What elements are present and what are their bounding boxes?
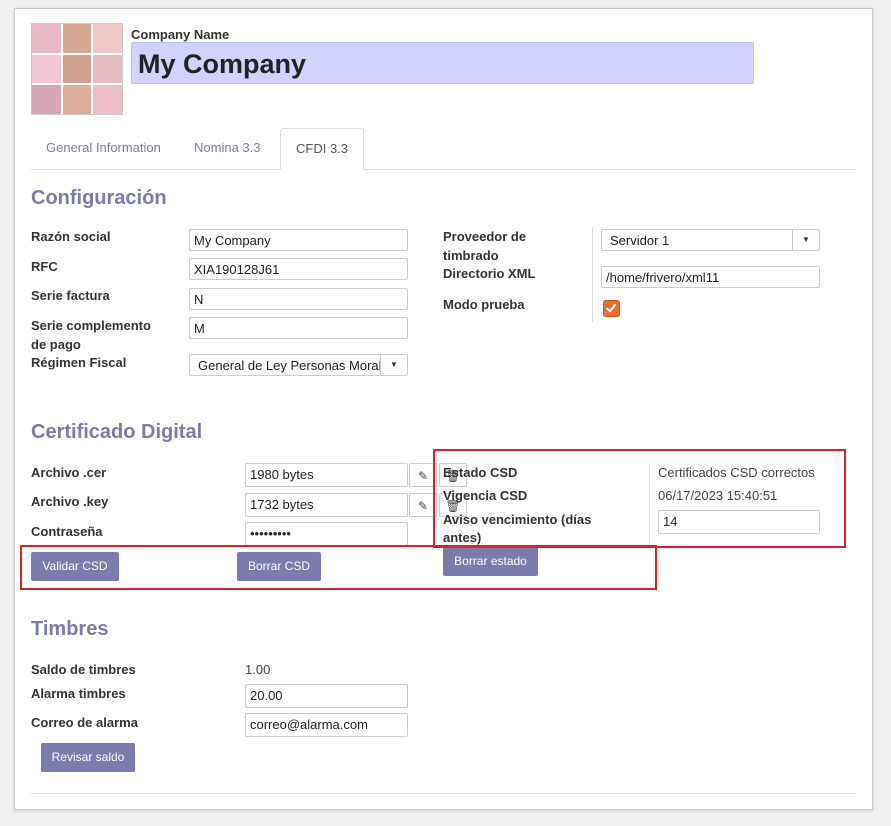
directorio-xml-label: Directorio XML [443,266,536,281]
archivo-key-label: Archivo .key [31,494,109,509]
company-logo[interactable] [31,23,123,115]
saldo-timbres-label: Saldo de timbres [31,662,136,677]
proveedor-label-2: timbrado [443,248,499,263]
modo-prueba-label: Modo prueba [443,297,525,312]
regimen-fiscal-value: General de Ley Personas Moral [198,358,382,373]
correo-alarma-input[interactable]: correo@alarma.com [245,713,408,737]
section-title-certificado: Certificado Digital [31,421,203,443]
saldo-timbres-value: 1.00 [245,662,271,677]
checkmark-icon [606,303,617,313]
revisar-saldo-button[interactable]: Revisar saldo [41,743,135,772]
proveedor-select[interactable]: Servidor 1 ▼ [601,229,820,251]
serie-factura-input[interactable]: N [189,288,408,310]
alarma-timbres-label: Alarma timbres [31,686,126,701]
caret-down-icon: ▼ [792,230,819,250]
razon-social-input[interactable]: My Company [189,229,408,251]
contrasena-label: Contraseña [31,524,103,539]
regimen-fiscal-select[interactable]: General de Ley Personas Moral ▼ [189,354,408,376]
section-title-configuracion: Configuración [31,187,167,209]
serie-complemento-input[interactable]: M [189,317,408,339]
serie-complemento-label-2: de pago [31,337,81,352]
tab-nomina[interactable]: Nomina 3.3 [179,128,275,168]
contrasena-input[interactable]: ••••••••• [245,522,408,546]
proveedor-label-1: Proveedor de [443,229,527,244]
highlight-box-buttons [20,545,657,590]
razon-social-label: Razón social [31,229,111,244]
archivo-key-input[interactable]: 1732 bytes [245,493,408,517]
correo-alarma-label: Correo de alarma [31,715,138,730]
proveedor-value: Servidor 1 [610,233,670,248]
rfc-label: RFC [31,259,58,274]
regimen-fiscal-label: Régimen Fiscal [31,355,127,370]
tab-cfdi[interactable]: CFDI 3.3 [280,128,365,170]
tab-bar: General Information Nomina 3.3 CFDI 3.3 [31,128,856,170]
highlight-box-estado [433,449,846,548]
bottom-divider [31,793,856,794]
alarma-timbres-input[interactable]: 20.00 [245,684,408,708]
column-divider [592,227,593,322]
directorio-xml-input[interactable]: /home/frivero/xml11 [601,266,820,288]
archivo-cer-input[interactable]: 1980 bytes [245,463,408,487]
tab-general-information[interactable]: General Information [31,128,176,168]
section-title-timbres: Timbres [31,618,109,640]
archivo-cer-label: Archivo .cer [31,465,107,480]
company-name-label: Company Name [131,27,230,42]
rfc-input[interactable]: XIA190128J61 [189,258,408,280]
serie-factura-label: Serie factura [31,288,110,303]
company-name-input[interactable]: My Company [131,42,754,84]
serie-complemento-label-1: Serie complemento [31,318,151,333]
form-sheet: Company Name My Company General Informat… [14,8,873,810]
modo-prueba-checkbox[interactable] [603,300,620,317]
caret-down-icon: ▼ [380,355,407,375]
